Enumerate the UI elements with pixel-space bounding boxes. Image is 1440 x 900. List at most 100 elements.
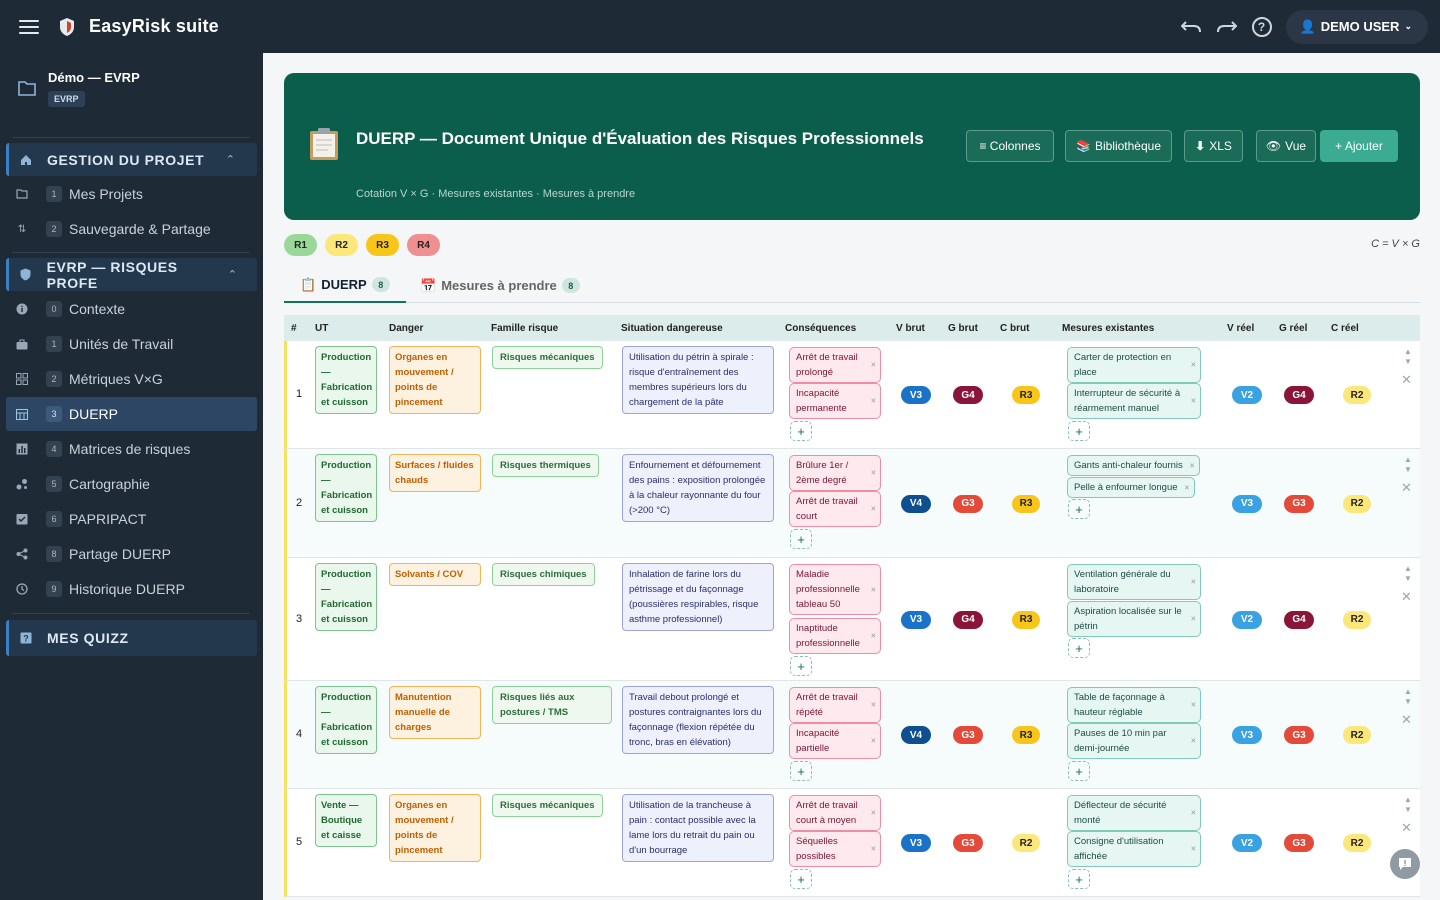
measure-tag[interactable]: Carter de protection en place ×	[1067, 347, 1201, 383]
delete-row-icon[interactable]: ✕	[1401, 820, 1412, 836]
col-consequences[interactable]: Conséquences	[785, 315, 856, 341]
feedback-button[interactable]	[1390, 849, 1420, 879]
remove-icon[interactable]: ×	[871, 582, 876, 597]
add-measure-button[interactable]: +	[1068, 869, 1090, 889]
v-brut-pill[interactable]: V4	[901, 726, 931, 744]
add-consequence-button[interactable]: +	[790, 761, 812, 781]
g-brut-pill[interactable]: G4	[953, 386, 983, 404]
col-famille[interactable]: Famille risque	[491, 315, 558, 341]
arrow-up-icon[interactable]: ▲	[1403, 795, 1413, 805]
v-brut-pill[interactable]: V3	[901, 834, 931, 852]
add-consequence-button[interactable]: +	[790, 529, 812, 549]
consequence-tag[interactable]: Arrêt de travail répété ×	[789, 687, 881, 723]
family-tag[interactable]: Risques mécaniques	[492, 346, 603, 369]
delete-row-icon[interactable]: ✕	[1401, 712, 1412, 728]
measure-tag[interactable]: Ventilation générale du laboratoire ×	[1067, 564, 1201, 600]
arrow-up-icon[interactable]: ▲	[1403, 687, 1413, 697]
table-row[interactable]: 5 Vente — Boutique et caisse Organes en mo…	[284, 789, 1420, 897]
family-tag[interactable]: Risques liés aux postures / TMS	[492, 686, 612, 724]
sidebar-item-sauvegarde[interactable]: ⇅ 2 Sauvegarde & Partage	[6, 212, 257, 246]
consequence-tag[interactable]: Séquelles possibles ×	[789, 831, 881, 867]
measure-tag[interactable]: Consigne d'utilisation affichée ×	[1067, 831, 1201, 867]
delete-row-icon[interactable]: ✕	[1401, 589, 1412, 605]
col-c-brut[interactable]: C brut	[1000, 315, 1029, 341]
reorder-handle[interactable]: ▲ ▼	[1403, 795, 1413, 815]
v-reel-pill[interactable]: V2	[1232, 834, 1262, 852]
situation-tag[interactable]: Inhalation de farine lors du pétrissage …	[622, 563, 774, 631]
col-v-reel[interactable]: V réel	[1227, 315, 1254, 341]
c-reel-pill[interactable]: R2	[1343, 834, 1371, 852]
add-measure-button[interactable]: +	[1068, 421, 1090, 441]
col-c-reel[interactable]: C réel	[1331, 315, 1359, 341]
c-brut-pill[interactable]: R3	[1012, 494, 1040, 513]
view-button[interactable]: 👁 Vue	[1256, 130, 1316, 162]
delete-row-icon[interactable]: ✕	[1401, 372, 1412, 388]
ut-tag[interactable]: Production — Fabrication et cuisson	[315, 454, 377, 522]
danger-tag[interactable]: Organes en mouvement / points de pinceme…	[389, 794, 481, 862]
consequence-tag[interactable]: Brûlure 1er / 2ème degré ×	[789, 455, 881, 491]
arrow-down-icon[interactable]: ▼	[1403, 357, 1413, 367]
g-brut-pill[interactable]: G4	[953, 610, 983, 629]
situation-tag[interactable]: Utilisation de la trancheuse à pain : co…	[622, 794, 774, 862]
arrow-down-icon[interactable]: ▼	[1403, 574, 1413, 584]
situation-tag[interactable]: Travail debout prolongé et postures cont…	[622, 686, 774, 754]
add-measure-button[interactable]: +	[1068, 761, 1090, 781]
table-row[interactable]: 4 Production — Fabrication et cuisson Manu…	[284, 681, 1420, 789]
reorder-handle[interactable]: ▲ ▼	[1403, 455, 1413, 475]
user-menu-button[interactable]: 👤 DEMO USER ⌄	[1285, 9, 1428, 44]
consequence-tag[interactable]: Incapacité permanente ×	[789, 383, 881, 419]
v-reel-pill[interactable]: V3	[1232, 726, 1262, 744]
c-brut-pill[interactable]: R3	[1012, 610, 1040, 629]
consequence-tag[interactable]: Incapacité partielle ×	[789, 723, 881, 759]
col-g-brut[interactable]: G brut	[948, 315, 978, 341]
c-brut-pill[interactable]: R3	[1012, 386, 1040, 404]
remove-icon[interactable]: ×	[871, 629, 876, 644]
danger-tag[interactable]: Manutention manuelle de charges	[389, 686, 481, 739]
family-tag[interactable]: Risques chimiques	[492, 563, 595, 586]
measure-tag[interactable]: Interrupteur de sécurité à réarmement ma…	[1067, 383, 1201, 419]
col-mesures[interactable]: Mesures existantes	[1062, 315, 1154, 341]
g-brut-pill[interactable]: G3	[953, 834, 983, 852]
c-brut-pill[interactable]: R2	[1012, 834, 1040, 852]
col-situation[interactable]: Situation dangereuse	[621, 315, 723, 341]
risk-chip-r3[interactable]: R3	[366, 234, 399, 256]
g-reel-pill[interactable]: G4	[1284, 386, 1314, 404]
add-button[interactable]: + Ajouter	[1320, 130, 1398, 162]
remove-icon[interactable]: ×	[1191, 698, 1196, 713]
add-measure-button[interactable]: +	[1068, 638, 1090, 658]
undo-icon[interactable]	[1180, 16, 1202, 38]
group-evrp[interactable]: EVRP — RISQUES PROFE ⌃	[6, 258, 257, 291]
remove-icon[interactable]: ×	[871, 394, 876, 409]
risk-chip-r4[interactable]: R4	[407, 234, 440, 256]
g-reel-pill[interactable]: G4	[1284, 610, 1314, 629]
table-row[interactable]: 3 Production — Fabrication et cuisson Solv…	[284, 558, 1420, 681]
v-brut-pill[interactable]: V3	[901, 386, 931, 404]
table-row[interactable]: 1 Production — Fabrication et cuisson Orga…	[284, 341, 1420, 449]
ut-tag[interactable]: Production — Fabrication et cuisson	[315, 563, 377, 631]
col-v-brut[interactable]: V brut	[896, 315, 925, 341]
add-measure-button[interactable]: +	[1068, 499, 1090, 519]
remove-icon[interactable]: ×	[871, 358, 876, 373]
reorder-handle[interactable]: ▲ ▼	[1403, 687, 1413, 707]
consequence-tag[interactable]: Arrêt de travail court à moyen ×	[789, 795, 881, 831]
c-reel-pill[interactable]: R2	[1343, 494, 1371, 513]
situation-tag[interactable]: Utilisation du pétrin à spirale : risque…	[622, 346, 774, 414]
arrow-down-icon[interactable]: ▼	[1403, 697, 1413, 707]
group-gestion-projet[interactable]: GESTION DU PROJET ⌃	[6, 143, 257, 176]
danger-tag[interactable]: Organes en mouvement / points de pinceme…	[389, 346, 481, 414]
c-brut-pill[interactable]: R3	[1012, 726, 1040, 744]
g-reel-pill[interactable]: G3	[1284, 834, 1314, 852]
g-reel-pill[interactable]: G3	[1284, 494, 1314, 513]
columns-button[interactable]: ≡ Colonnes	[966, 130, 1054, 162]
consequence-tag[interactable]: Inaptitude professionnelle ×	[789, 618, 881, 654]
add-consequence-button[interactable]: +	[790, 656, 812, 676]
remove-icon[interactable]: ×	[1191, 575, 1196, 590]
sidebar-item-partage[interactable]: 8 Partage DUERP	[6, 537, 257, 571]
sidebar-item-metriques[interactable]: 2 Métriques V×G	[6, 362, 257, 396]
g-brut-pill[interactable]: G3	[953, 726, 983, 744]
v-reel-pill[interactable]: V2	[1232, 386, 1262, 404]
sidebar-item-cartographie[interactable]: 5 Cartographie	[6, 467, 257, 501]
sidebar-item-unites-travail[interactable]: 1 Unités de Travail	[6, 327, 257, 361]
menu-icon[interactable]	[19, 19, 39, 34]
arrow-down-icon[interactable]: ▼	[1403, 465, 1413, 475]
